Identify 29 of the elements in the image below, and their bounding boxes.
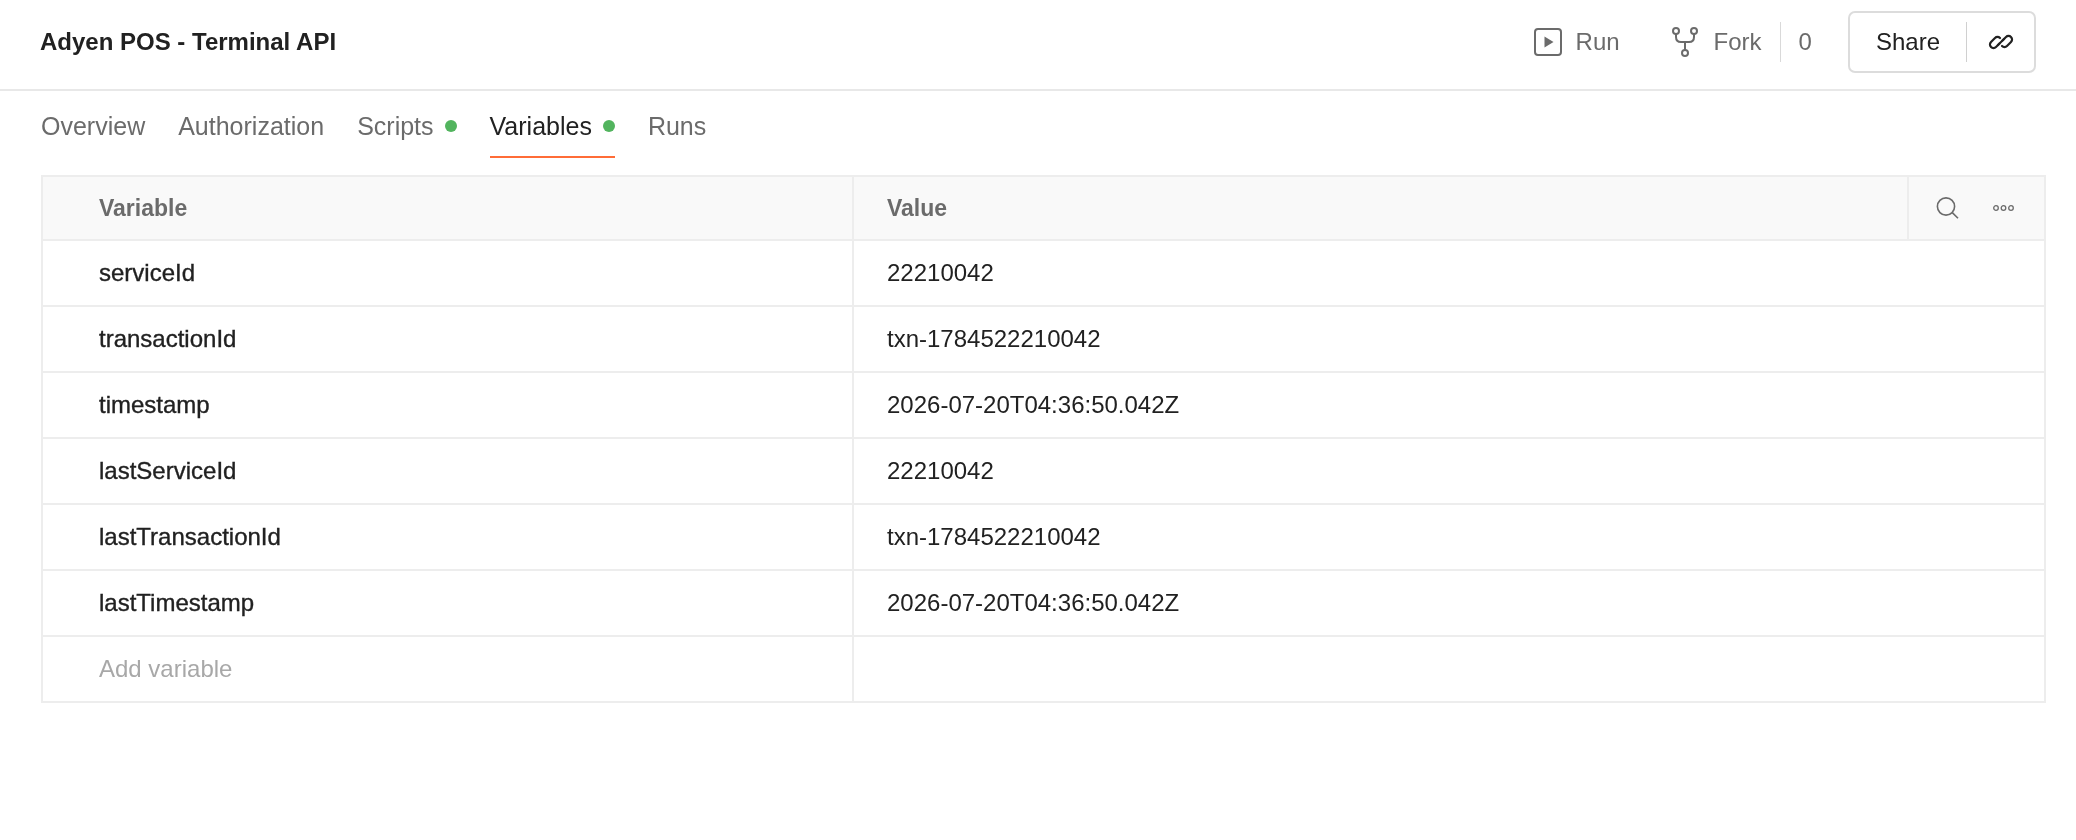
variable-name: transactionId bbox=[99, 325, 237, 353]
fork-icon bbox=[1671, 26, 1698, 57]
tab[interactable]: Authorization bbox=[178, 91, 325, 158]
variable-name: lastTransactionId bbox=[99, 523, 281, 551]
search-icon[interactable] bbox=[1936, 197, 1959, 219]
variable-name: lastTimestamp bbox=[99, 589, 255, 617]
play-icon bbox=[1533, 27, 1562, 56]
add-variable-field[interactable]: Add variable bbox=[43, 637, 852, 701]
run-button[interactable]: Run bbox=[1521, 18, 1632, 65]
tab[interactable]: Runs bbox=[647, 91, 707, 158]
more-icon[interactable] bbox=[1993, 205, 2014, 211]
variable-name: timestamp bbox=[99, 391, 210, 419]
variable-value: 22210042 bbox=[887, 259, 994, 287]
tab[interactable]: Variables bbox=[489, 91, 615, 158]
fork-count[interactable]: 0 bbox=[1786, 18, 1824, 65]
column-header: Variable bbox=[99, 194, 188, 222]
fork-button[interactable]: Fork bbox=[1659, 18, 1774, 65]
variable-name: lastServiceId bbox=[99, 457, 237, 485]
tab[interactable]: Scripts bbox=[357, 91, 457, 158]
tab[interactable]: Overview bbox=[41, 91, 146, 158]
variable-value: txn-1784522210042 bbox=[887, 523, 1101, 551]
variable-name: serviceId bbox=[99, 259, 196, 287]
variable-value: 2026-07-20T04:36:50.042Z bbox=[887, 589, 1180, 617]
share-button[interactable]: Share bbox=[1849, 12, 1966, 71]
variable-value: txn-1784522210042 bbox=[887, 325, 1101, 353]
variable-value: 2026-07-20T04:36:50.042Z bbox=[887, 391, 1180, 419]
window-title: Adyen POS - Terminal API bbox=[40, 26, 337, 57]
column-header: Value bbox=[887, 194, 948, 222]
variable-value: 22210042 bbox=[887, 457, 994, 485]
